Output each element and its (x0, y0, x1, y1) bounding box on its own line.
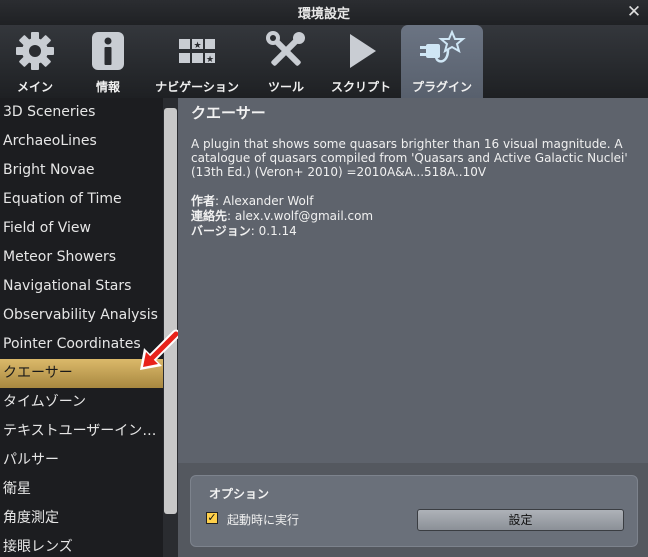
load-at-startup-checkbox[interactable]: ✓ (206, 512, 218, 524)
close-button[interactable]: ✕ (625, 3, 643, 21)
window-title: 環境設定 (297, 7, 350, 22)
settings-button[interactable]: 設定 (417, 509, 624, 531)
tab-navigation-label: ナビゲーション (155, 80, 239, 94)
plugin-list-item[interactable]: 接眼レンズ (0, 533, 163, 557)
plugin-list-item[interactable]: テキストユーザーインタ... (0, 417, 163, 446)
tab-tools-label: ツール (267, 80, 304, 94)
plugin-list-item[interactable]: パルサー (0, 446, 163, 475)
navigation-icon: ★ ★ (176, 27, 218, 75)
options-area: オプション ✓ 起動時に実行 設定 (178, 463, 648, 557)
tab-main-label: メイン (16, 80, 53, 94)
plugin-list-item[interactable]: Equation of Time (0, 185, 163, 214)
plugin-meta: 作者: Alexander Wolf 連絡先: alex.v.wolf@gmai… (191, 194, 373, 239)
plugin-list-item[interactable]: Bright Novae (0, 156, 163, 185)
svg-text:★: ★ (193, 41, 201, 51)
tab-main[interactable]: メイン (3, 25, 67, 98)
plugin-icon (418, 27, 466, 75)
info-icon (90, 27, 126, 75)
script-play-icon (340, 27, 382, 75)
close-icon: ✕ (626, 2, 642, 22)
plugin-list-item[interactable]: Navigational Stars (0, 272, 163, 301)
tab-navigation[interactable]: ★ ★ ナビゲーション (150, 25, 244, 98)
plugin-list-item[interactable]: Meteor Showers (0, 243, 163, 272)
plugin-list-item[interactable]: 角度測定 (0, 504, 163, 533)
tab-scripts-label: スクリプト (330, 80, 391, 94)
plugin-list-item[interactable]: Field of View (0, 214, 163, 243)
author-label: 作者 (191, 194, 216, 208)
options-title: オプション (209, 487, 270, 501)
title-bar: 環境設定 ✕ (0, 0, 648, 25)
plugin-description: A plugin that shows some quasars brighte… (191, 137, 628, 179)
author-value: : Alexander Wolf (215, 194, 314, 208)
contact-value: : alex.v.wolf@gmail.com (227, 209, 374, 223)
gear-icon (14, 27, 56, 75)
plugin-list-item[interactable]: ArchaeoLines (0, 127, 163, 156)
version-row: バージョン: 0.1.14 (191, 224, 373, 239)
plugin-list-item[interactable]: 3D Sceneries (0, 98, 163, 127)
plugin-details-panel: クエーサー A plugin that shows some quasars b… (178, 98, 648, 463)
contact-row: 連絡先: alex.v.wolf@gmail.com (191, 209, 373, 224)
tools-icon (265, 27, 307, 75)
scrollbar-thumb[interactable] (164, 108, 177, 514)
plugin-list-item[interactable]: タイムゾーン (0, 388, 163, 417)
load-at-startup-label: 起動時に実行 (227, 513, 300, 527)
author-row: 作者: Alexander Wolf (191, 194, 373, 209)
tab-tools[interactable]: ツール (254, 25, 318, 98)
tab-plugins-label: プラグイン (411, 80, 472, 94)
version-value: : 0.1.14 (250, 224, 297, 238)
contact-label: 連絡先 (191, 209, 228, 223)
tab-info[interactable]: 情報 (76, 25, 140, 98)
svg-text:★: ★ (206, 55, 214, 65)
tab-info-label: 情報 (95, 80, 120, 94)
plugin-title: クエーサー (191, 104, 266, 122)
checkmark-icon: ✓ (207, 511, 217, 524)
tab-scripts[interactable]: スクリプト (328, 25, 394, 98)
tab-plugins[interactable]: プラグイン (401, 25, 483, 98)
version-label: バージョン (191, 224, 251, 238)
category-toolbar: メイン 情報 ★ ★ ナビゲーション ツール スクリプト プラグイン (0, 25, 648, 98)
plugin-list-item[interactable]: 衛星 (0, 475, 163, 504)
plugin-list-item[interactable]: Observability Analysis (0, 301, 163, 330)
options-group: オプション ✓ 起動時に実行 設定 (190, 475, 638, 547)
red-arrow-annotation (138, 328, 182, 376)
